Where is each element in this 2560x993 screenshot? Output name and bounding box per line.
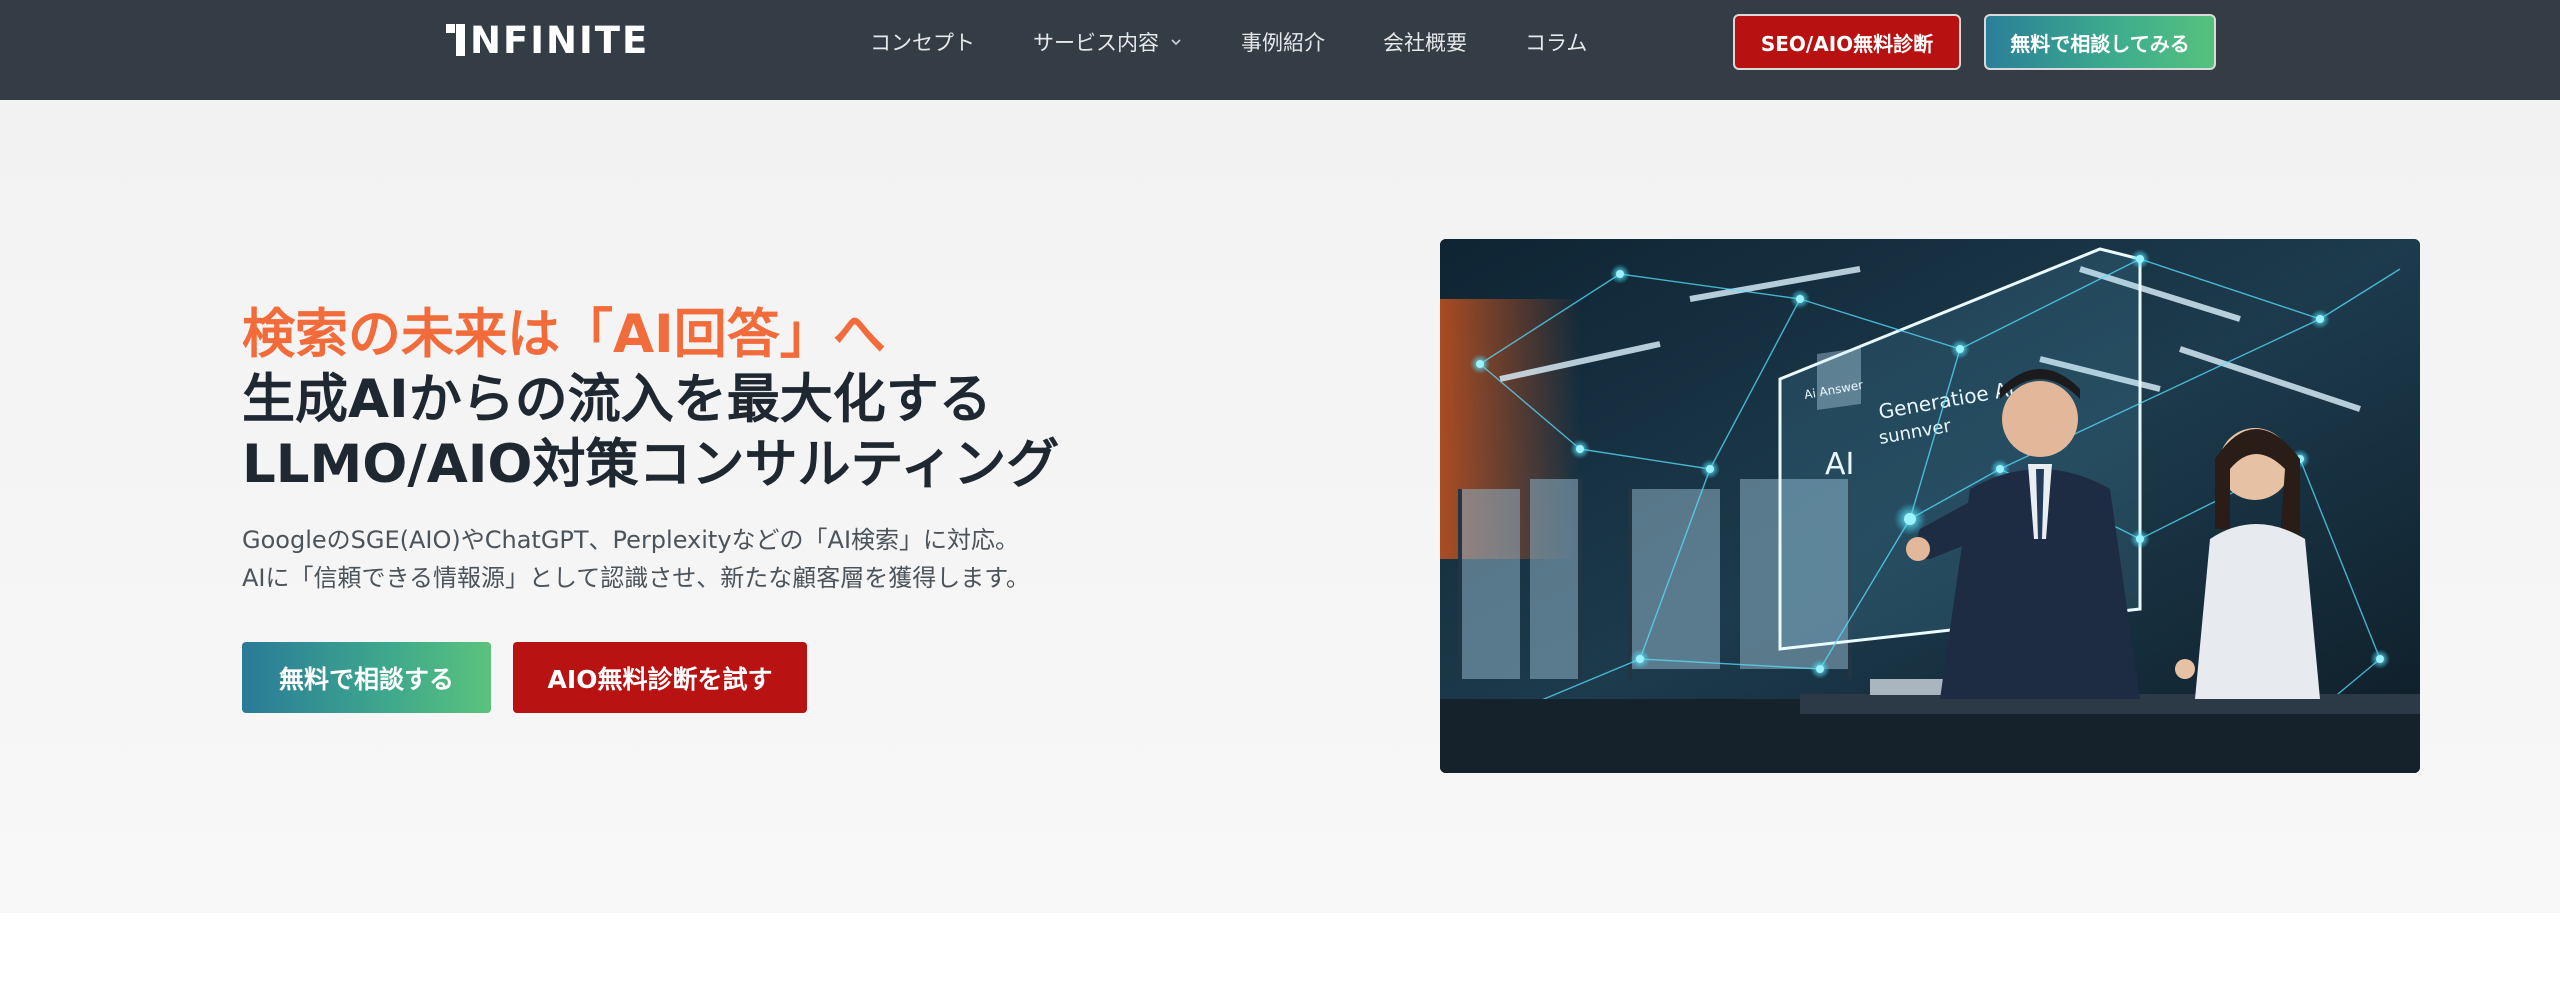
headline-accent-line: 検索の未来は「AI回答」へ (242, 304, 886, 365)
nav-item-cases[interactable]: 事例紹介 (1241, 27, 1325, 57)
hero-consult-button[interactable]: 無料で相談する (242, 642, 491, 713)
hero-diagnosis-button[interactable]: AIO無料診断を試す (513, 642, 807, 713)
headline-line-3: LLMO/AIO対策コンサルティング (242, 434, 1060, 495)
nav-item-label: コラム (1525, 31, 1588, 55)
site-header: NFINITE コンセプト サービス内容 事例紹介 会社概要 コラム SEO/A… (0, 0, 2560, 100)
hero-headline: 検索の未来は「AI回答」へ 生成AIからの流入を最大化する LLMO/AIO対策… (242, 302, 1059, 497)
description-line-1: GoogleのSGE(AIO)やChatGPT、Perplexityなどの「AI… (242, 526, 1020, 554)
panel-ai-badge: AI (1825, 447, 1854, 482)
header-diagnosis-button[interactable]: SEO/AIO無料診断 (1733, 14, 1961, 70)
logo-mark-icon (446, 24, 466, 56)
header-consult-button[interactable]: 無料で相談してみる (1984, 14, 2216, 70)
nav-item-company[interactable]: 会社概要 (1383, 27, 1467, 57)
nav-item-label: コンセプト (870, 31, 975, 55)
nav-item-services[interactable]: サービス内容 (1033, 27, 1183, 57)
next-section-top (0, 913, 2560, 993)
hero-image: AI Generatioe AI sunnver Ai Answer (1440, 239, 2420, 773)
hero-description: GoogleのSGE(AIO)やChatGPT、Perplexityなどの「AI… (242, 521, 1030, 597)
logo-text: NFINITE (470, 18, 650, 62)
description-line-2: AIに「信頼できる情報源」として認識させ、新たな顧客層を獲得します。 (242, 564, 1030, 592)
hero-illustration: AI Generatioe AI sunnver Ai Answer (1440, 239, 2420, 773)
nav-item-column[interactable]: コラム (1525, 27, 1587, 57)
main-nav: コンセプト サービス内容 事例紹介 会社概要 コラム (870, 0, 1645, 84)
nav-item-concept[interactable]: コンセプト (870, 27, 975, 57)
nav-item-label: 会社概要 (1383, 31, 1467, 55)
nav-item-label: 事例紹介 (1241, 31, 1325, 55)
logo[interactable]: NFINITE (446, 19, 649, 62)
nav-item-label: サービス内容 (1033, 31, 1159, 55)
chevron-down-icon (1171, 39, 1181, 46)
headline-line-2: 生成AIからの流入を最大化する (242, 369, 992, 430)
